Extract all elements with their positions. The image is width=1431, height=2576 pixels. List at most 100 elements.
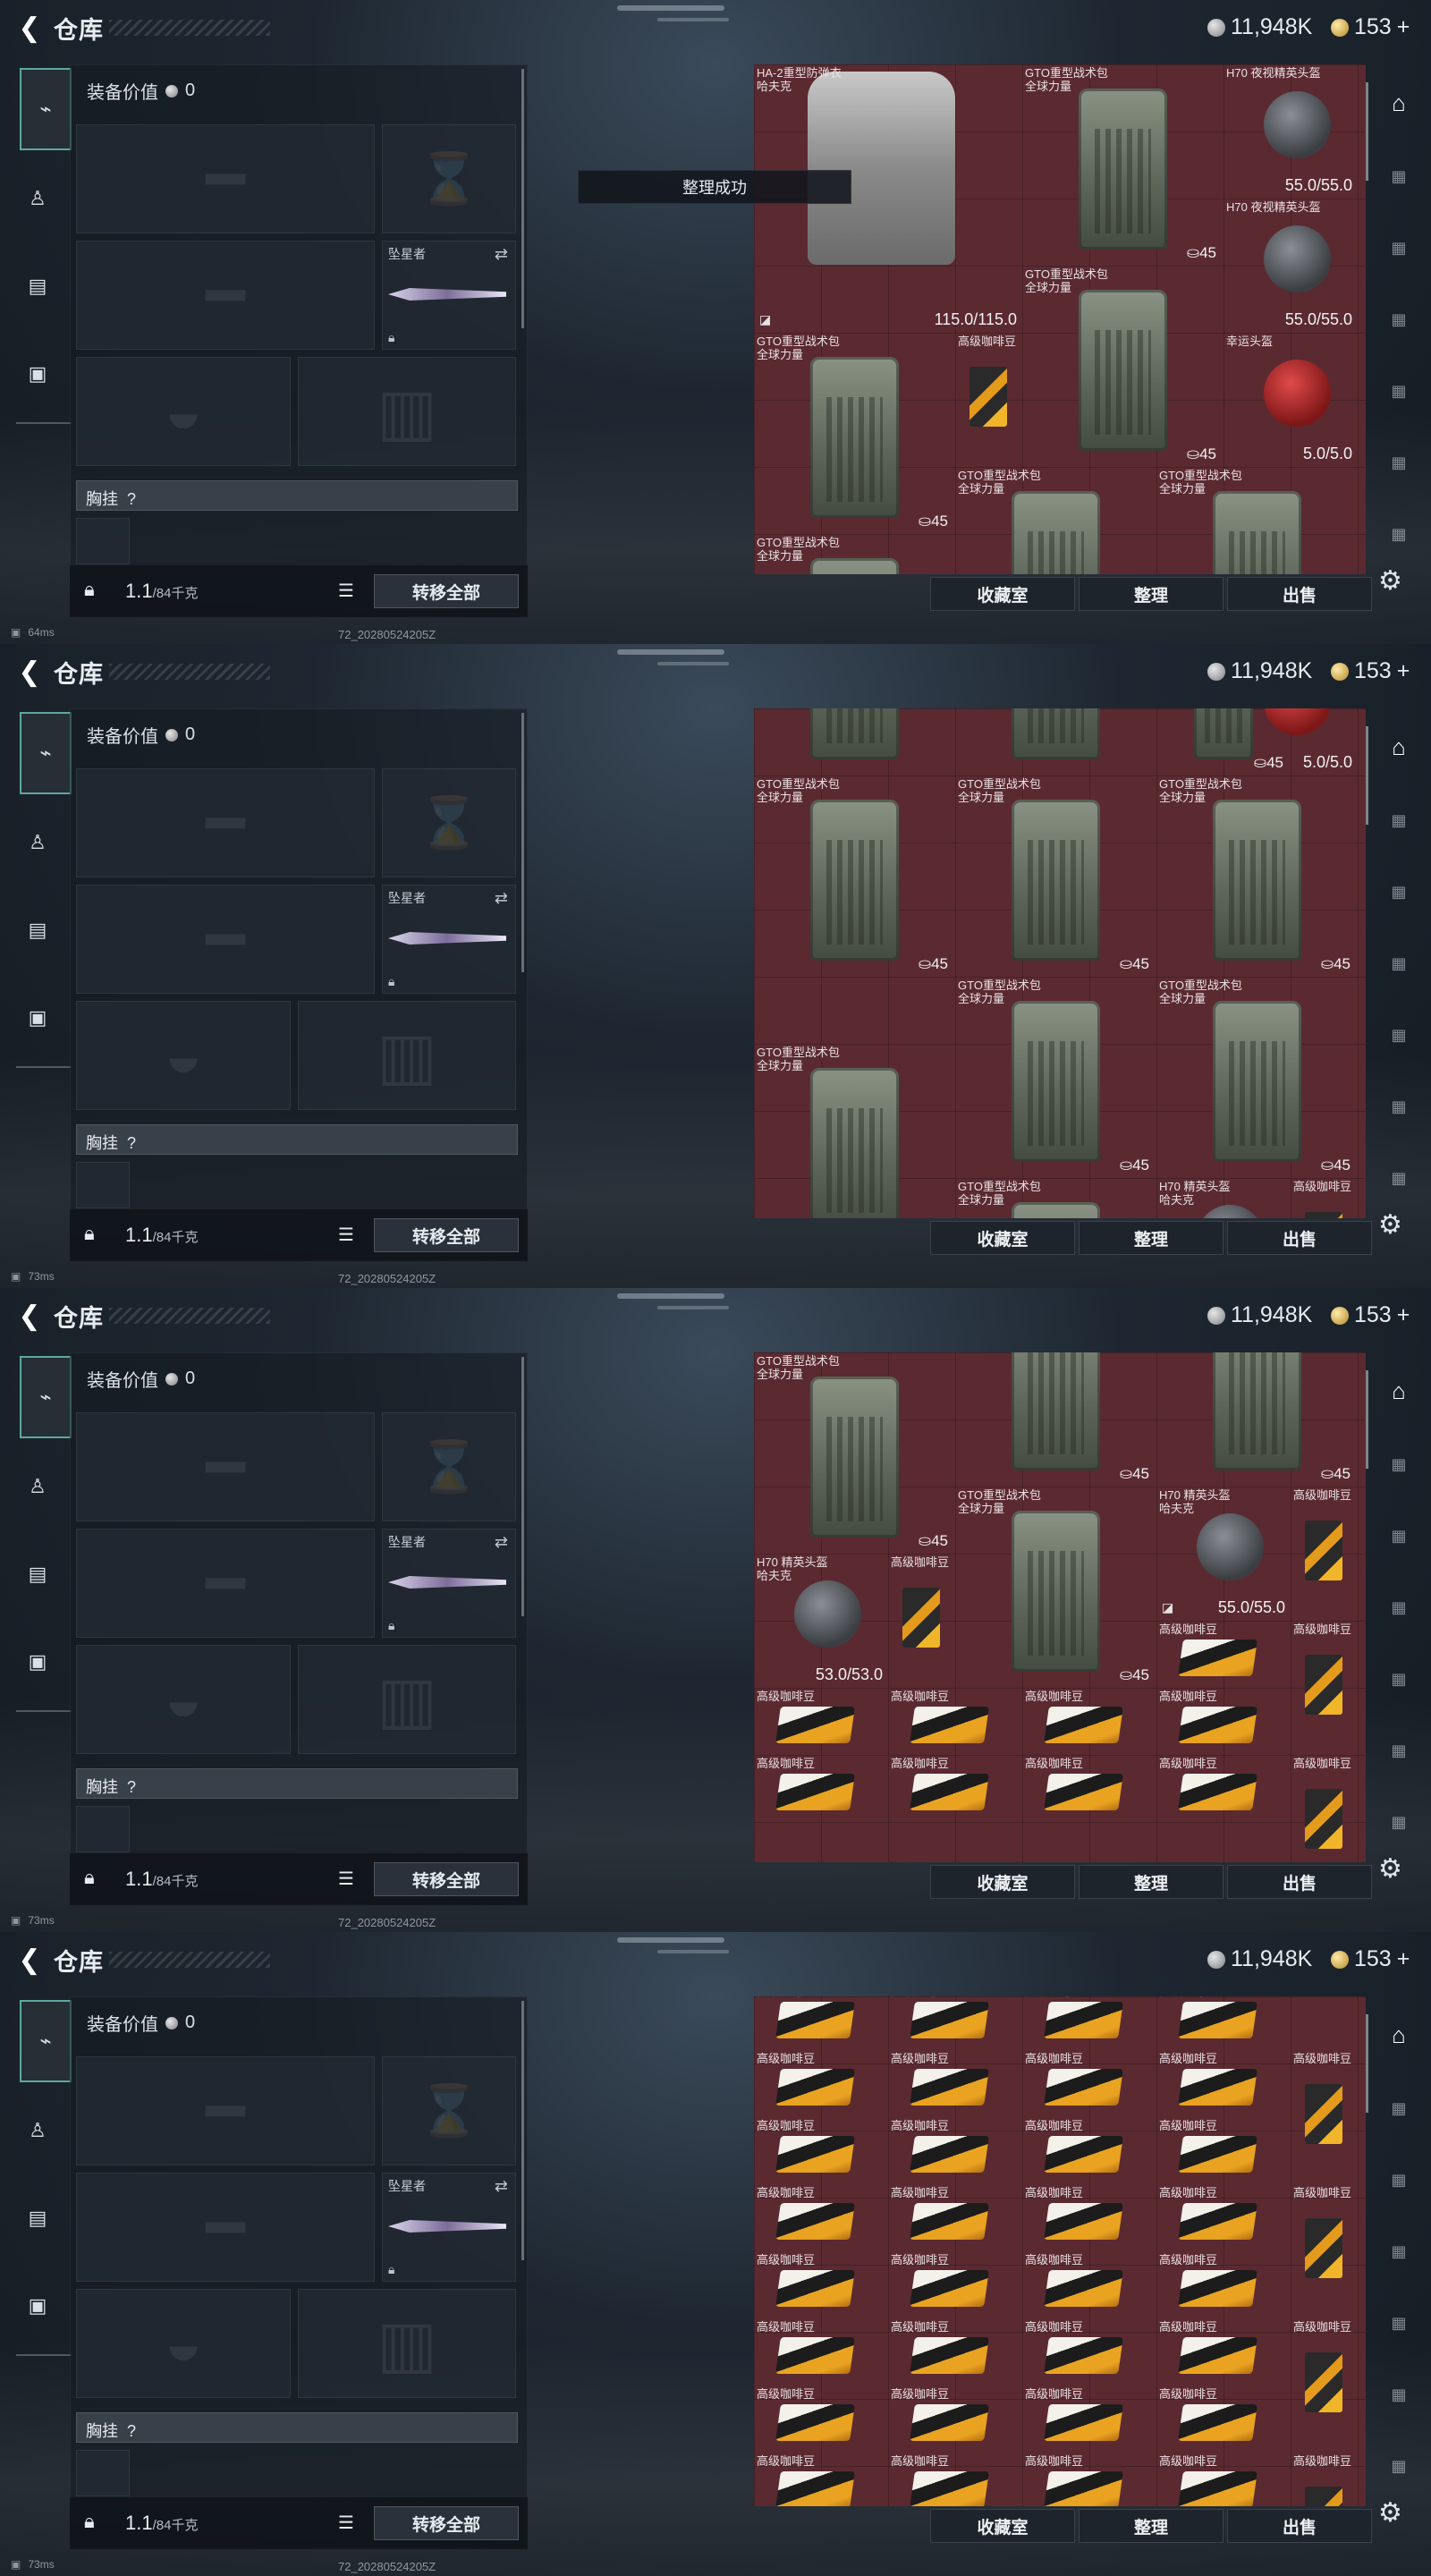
helmet-slot[interactable]: ◒ — [76, 2289, 291, 2398]
case-tab-icon[interactable]: ▣ — [20, 2288, 55, 2324]
equipment-scrollbar[interactable] — [521, 1357, 524, 1616]
settings-gear-icon[interactable]: ⚙ — [1378, 1209, 1402, 1241]
storage-tab-icon[interactable]: ▦ — [1383, 1521, 1415, 1551]
coffee-item[interactable]: 高级咖啡豆 — [955, 333, 1022, 467]
box-item[interactable]: 高级咖啡豆 — [754, 2453, 888, 2506]
list-icon[interactable]: ☰ — [338, 1868, 354, 1890]
box-item[interactable]: 高级咖啡豆 — [754, 2184, 888, 2251]
box-item[interactable]: 高级咖啡豆 — [754, 2117, 888, 2184]
box-item[interactable]: 高级咖啡豆 — [1156, 2050, 1291, 2117]
storage-tab-icon[interactable]: ▦ — [1383, 519, 1415, 549]
list-icon[interactable]: ☰ — [338, 580, 354, 602]
bag-item[interactable]: GTO重型战术包 全球力量⛀45 — [1156, 467, 1358, 574]
swap-icon[interactable]: ⇄ — [495, 245, 508, 264]
box-item[interactable]: 高级咖啡豆 — [1156, 2117, 1291, 2184]
pistol-slot[interactable]: ⌛ — [382, 124, 516, 233]
sell-button[interactable]: 出售 — [1227, 1865, 1372, 1899]
helmet-slot[interactable]: ◒ — [76, 1001, 291, 1110]
coffee-item[interactable]: 高级咖啡豆 — [1291, 2453, 1358, 2506]
storage-tab-icon[interactable]: ▦ — [1383, 2236, 1415, 2267]
warehouse-scrollbar[interactable] — [1366, 1370, 1368, 1469]
warehouse-grid[interactable]: HA-2重型防弹衣 哈夫克 115.0/115.0 ◪ GTO重型战术包 全球力量 ⛀4… — [754, 64, 1366, 574]
case-tab-icon[interactable]: ▣ — [20, 1644, 55, 1680]
weight-lock-icon[interactable]: 🔒︎ — [84, 1866, 95, 1889]
sell-button[interactable]: 出售 — [1227, 2509, 1372, 2543]
warehouse-grid[interactable]: GTO重型战术包 全球力量 ⛀45 ⛀45 ⛀45 GTO重型战术包 全球力量 ⛀45 H7… — [754, 1352, 1366, 1862]
organize-button[interactable]: 整理 — [1079, 2509, 1224, 2543]
storage-tab-icon[interactable]: ▦ — [1383, 2165, 1415, 2195]
coffee-item[interactable]: 高级咖啡豆 — [1291, 2050, 1358, 2184]
storage-tab-icon[interactable]: ▦ — [1383, 1449, 1415, 1479]
box-item[interactable]: 高级咖啡豆 — [1022, 1996, 1156, 2050]
bag-item[interactable]: GTO重型战术包 全球力量⛀45 — [955, 1487, 1156, 1688]
box-item[interactable]: 高级咖啡豆 — [888, 2453, 1022, 2506]
sell-button[interactable]: 出售 — [1227, 1221, 1372, 1255]
storage-tab-icon[interactable]: ▦ — [1383, 304, 1415, 335]
gold-currency[interactable]: 153 + — [1331, 14, 1410, 40]
melee-slot[interactable]: 坠星者 ⇄ 🔒︎ — [382, 885, 516, 994]
weight-lock-icon[interactable]: 🔒︎ — [84, 2510, 95, 2533]
rig-slot[interactable] — [76, 1806, 130, 1852]
backpack-tab-icon[interactable]: ▤ — [20, 1556, 55, 1592]
storage-tab-icon[interactable]: ▦ — [1383, 1163, 1415, 1193]
helmet-slot[interactable]: ◒ — [76, 357, 291, 466]
warehouse-main-icon[interactable]: ⌂ — [1383, 732, 1415, 762]
melee-slot[interactable]: 坠星者 ⇄ 🔒︎ — [382, 241, 516, 350]
box-item[interactable]: 高级咖啡豆 — [888, 2117, 1022, 2184]
warehouse-scrollbar[interactable] — [1366, 2014, 1368, 2113]
pistol-slot[interactable]: ⌛ — [382, 1412, 516, 1521]
secondary-weapon-slot[interactable]: ━ — [76, 241, 375, 350]
favorites-button[interactable]: 收藏室 — [930, 2509, 1075, 2543]
armor-slot[interactable]: ▥ — [298, 2289, 516, 2398]
coffee-item[interactable]: 高级咖啡豆 — [1291, 1487, 1358, 1621]
bag-item[interactable]: GTO重型战术包 全球力量⛀45 — [754, 1044, 955, 1218]
bag-item[interactable]: ⛀45 — [1156, 1352, 1358, 1487]
transfer-all-button[interactable]: 转移全部 — [374, 1218, 519, 1252]
primary-weapon-slot[interactable]: ━ — [76, 124, 375, 233]
box-item[interactable]: 高级咖啡豆 — [1156, 2453, 1291, 2506]
warehouse-main-icon[interactable]: ⌂ — [1383, 88, 1415, 118]
back-arrow-icon[interactable]: ❮ — [14, 1945, 45, 1975]
coffee-item[interactable]: 高级咖啡豆 — [1291, 2318, 1358, 2453]
primary-weapon-slot[interactable]: ━ — [76, 2056, 375, 2165]
box-item[interactable]: 高级咖啡豆 — [1022, 2117, 1156, 2184]
box-item[interactable]: 高级咖啡豆 — [754, 2251, 888, 2318]
backpack-tab-icon[interactable]: ▤ — [20, 268, 55, 304]
box-item[interactable]: 高级咖啡豆 — [1156, 1755, 1291, 1822]
helm-item[interactable]: H70 夜视精英头盔 55.0/55.0 — [1224, 199, 1358, 333]
armor-slot[interactable]: ▥ — [298, 357, 516, 466]
coffee-item[interactable]: 高级咖啡豆 — [1291, 1755, 1358, 1862]
settings-gear-icon[interactable]: ⚙ — [1378, 565, 1402, 597]
melee-slot[interactable]: 坠星者 ⇄ 🔒︎ — [382, 2173, 516, 2282]
box-item[interactable]: 高级咖啡豆 — [1156, 2251, 1291, 2318]
armor-slot[interactable]: ▥ — [298, 1645, 516, 1754]
bag-item[interactable]: GTO重型战术包 全球力量⛀45 — [754, 1352, 955, 1554]
bag-item[interactable]: GTO重型战术包 全球力量⛀45 — [955, 467, 1156, 574]
box-item[interactable]: 高级咖啡豆 — [754, 2318, 888, 2385]
favorites-button[interactable]: 收藏室 — [930, 1221, 1075, 1255]
equipment-scrollbar[interactable] — [521, 713, 524, 972]
add-currency-icon[interactable]: + — [1397, 1946, 1410, 1972]
pistol-slot[interactable]: ⌛ — [382, 2056, 516, 2165]
help-icon[interactable]: ? — [127, 1134, 136, 1152]
add-currency-icon[interactable]: + — [1397, 14, 1410, 40]
warehouse-grid[interactable]: ⛀45 5.0/5.0 GTO重型战术包 全球力量 ⛀45 GTO重型战术包 全球力量 ⛀… — [754, 708, 1366, 1218]
bag-item[interactable]: ⛀45 — [955, 1352, 1156, 1487]
box-item[interactable]: 高级咖啡豆 — [888, 2318, 1022, 2385]
weapon-tab-icon[interactable]: ⌁ — [20, 1356, 72, 1438]
helm-item[interactable]: H70 精英头盔 哈夫克 55.0/55.0 ◪ — [1156, 1487, 1291, 1621]
helm-item[interactable]: H70 精英头盔 哈夫克 — [1156, 1178, 1291, 1218]
armor-tab-icon[interactable]: ♙ — [20, 1469, 55, 1504]
transfer-all-button[interactable]: 转移全部 — [374, 2506, 519, 2540]
bag-item[interactable] — [955, 708, 1156, 775]
armor-slot[interactable]: ▥ — [298, 1001, 516, 1110]
bag-item[interactable] — [754, 708, 955, 775]
backpack-tab-icon[interactable]: ▤ — [20, 2200, 55, 2236]
bag-item[interactable]: GTO重型战术包 全球力量⛀45 — [955, 775, 1156, 977]
warehouse-main-icon[interactable]: ⌂ — [1383, 1376, 1415, 1406]
bag-item[interactable]: GTO重型战术包 全球力量⛀45 — [754, 333, 955, 534]
box-item[interactable]: 高级咖啡豆 — [1022, 2251, 1156, 2318]
storage-tab-icon[interactable]: ▦ — [1383, 805, 1415, 835]
box-item[interactable]: 高级咖啡豆 — [888, 2184, 1022, 2251]
transfer-all-button[interactable]: 转移全部 — [374, 1862, 519, 1896]
